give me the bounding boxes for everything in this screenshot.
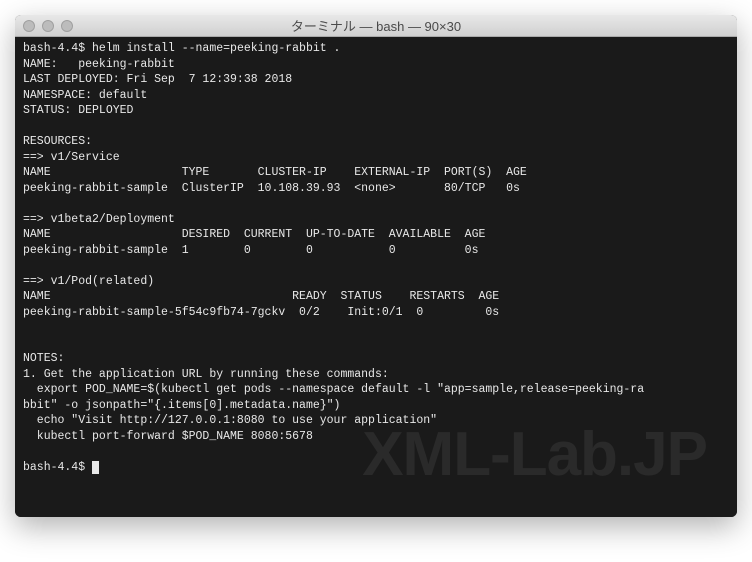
prompt: bash-4.4$ — [23, 461, 92, 474]
terminal-content[interactable]: bash-4.4$ helm install --name=peeking-ra… — [15, 37, 737, 517]
output-line: ==> v1/Pod(related) — [23, 275, 154, 288]
output-line: LAST DEPLOYED: Fri Sep 7 12:39:38 2018 — [23, 73, 292, 86]
titlebar[interactable]: ターミナル — bash — 90×30 — [15, 15, 737, 37]
output-line: NAME READY STATUS RESTARTS AGE — [23, 290, 499, 303]
terminal-window: ターミナル — bash — 90×30 bash-4.4$ helm inst… — [15, 15, 737, 517]
output-line: peeking-rabbit-sample-5f54c9fb74-7gckv 0… — [23, 306, 499, 319]
traffic-lights — [23, 20, 73, 32]
window-title: ターミナル — bash — 90×30 — [15, 16, 737, 35]
output-line: export POD_NAME=$(kubectl get pods --nam… — [23, 383, 644, 396]
output-line: STATUS: DEPLOYED — [23, 104, 133, 117]
cursor-icon — [92, 461, 99, 474]
output-line: NAMESPACE: default — [23, 89, 147, 102]
command-text: helm install --name=peeking-rabbit . — [92, 42, 340, 55]
output-line: kubectl port-forward $POD_NAME 8080:5678 — [23, 430, 313, 443]
output-line: RESOURCES: — [23, 135, 92, 148]
output-line: peeking-rabbit-sample 1 0 0 0 0s — [23, 244, 478, 257]
zoom-icon[interactable] — [61, 20, 73, 32]
minimize-icon[interactable] — [42, 20, 54, 32]
close-icon[interactable] — [23, 20, 35, 32]
output-line: bbit" -o jsonpath="{.items[0].metadata.n… — [23, 399, 340, 412]
prompt: bash-4.4$ — [23, 42, 92, 55]
output-line: peeking-rabbit-sample ClusterIP 10.108.3… — [23, 182, 520, 195]
output-line: ==> v1beta2/Deployment — [23, 213, 175, 226]
output-line: NOTES: — [23, 352, 64, 365]
output-line: echo "Visit http://127.0.0.1:8080 to use… — [23, 414, 437, 427]
output-line: 1. Get the application URL by running th… — [23, 368, 389, 381]
output-line: NAME DESIRED CURRENT UP-TO-DATE AVAILABL… — [23, 228, 485, 241]
output-line: NAME: peeking-rabbit — [23, 58, 175, 71]
output-line: ==> v1/Service — [23, 151, 120, 164]
output-line: NAME TYPE CLUSTER-IP EXTERNAL-IP PORT(S)… — [23, 166, 527, 179]
